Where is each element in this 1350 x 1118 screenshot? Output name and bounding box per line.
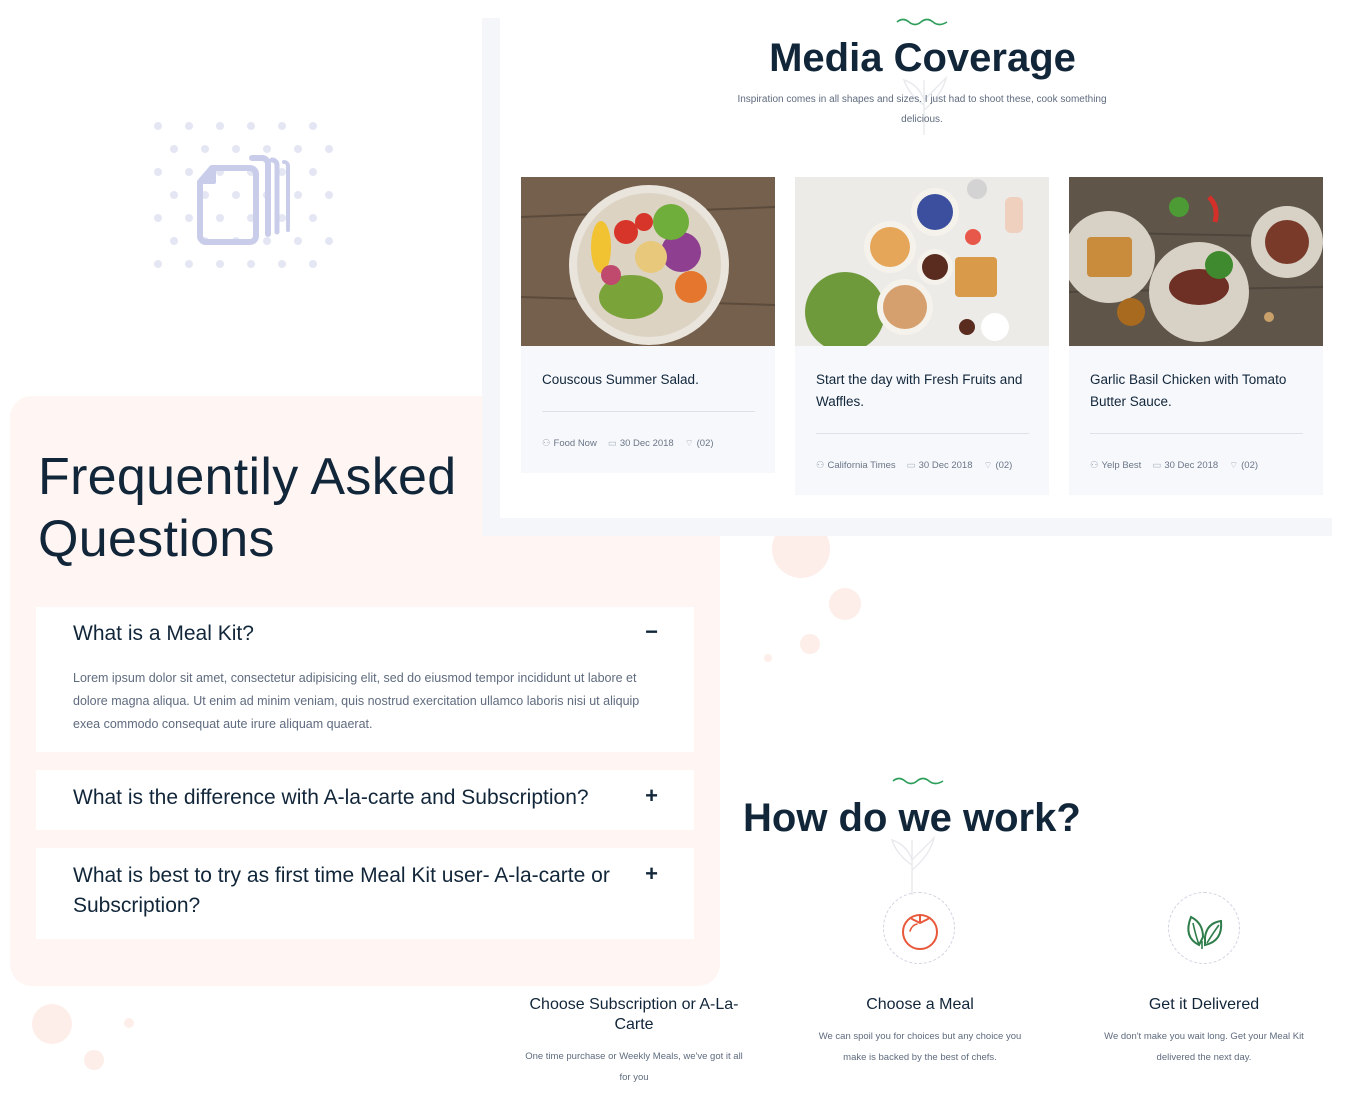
card-meta: ⚇ Food Now ▭ 30 Dec 2018 ⌔ (02) (542, 438, 762, 449)
card-meta: ⚇ Yelp Best ▭ 30 Dec 2018 ⌔ (02) (1090, 460, 1310, 471)
decor-dot (154, 122, 162, 130)
collapse-toggle-icon[interactable]: − (645, 619, 658, 645)
step-icon-circle (1168, 892, 1240, 964)
step-title: Choose Subscription or A-La-Carte (529, 996, 739, 1033)
decor-dot (154, 168, 162, 176)
decor-circle (764, 654, 772, 662)
decor-dot (216, 260, 224, 268)
date-meta: ▭ 30 Dec 2018 (906, 460, 973, 471)
divider (542, 411, 755, 412)
step-title: Choose a Meal (866, 996, 974, 1013)
decor-circle (124, 1018, 134, 1028)
step-description: One time purchase or Weekly Meals, we've… (525, 1051, 743, 1083)
user-icon: ⚇ (1090, 460, 1099, 471)
faq-question[interactable]: What is the difference with A-la-carte a… (73, 783, 673, 813)
comments-icon: ⌔ (684, 438, 694, 449)
how-we-work-title: How do we work? (743, 796, 1081, 840)
calendar-icon: ▭ (1152, 460, 1162, 471)
decor-dot (325, 237, 333, 245)
decor-dot (185, 260, 193, 268)
decor-dot (309, 168, 317, 176)
author-meta[interactable]: ⚇ Yelp Best (1090, 460, 1141, 471)
comments-icon: ⌔ (1229, 460, 1239, 471)
decor-dot (309, 214, 317, 222)
calendar-icon: ▭ (906, 460, 916, 471)
author-meta[interactable]: ⚇ Food Now (542, 438, 597, 449)
user-icon: ⚇ (816, 460, 825, 471)
divider (816, 433, 1029, 434)
tomato-icon (902, 914, 938, 950)
comments-meta[interactable]: ⌔ (02) (685, 438, 714, 449)
documents-icon (197, 155, 290, 245)
media-coverage-subtitle: Inspiration comes in all shapes and size… (737, 94, 1107, 125)
decor-dot (278, 122, 286, 130)
decor-dot (309, 122, 317, 130)
comments-meta[interactable]: ⌔ (02) (1229, 460, 1258, 471)
decor-dot (170, 237, 178, 245)
decor-circle (829, 588, 861, 620)
media-coverage-title: Media Coverage (769, 36, 1076, 80)
faq-item-meal-kit[interactable]: What is a Meal Kit? − Lorem ipsum dolor … (36, 607, 694, 752)
user-icon: ⚇ (542, 438, 551, 449)
decor-circle (800, 634, 820, 654)
faq-title-line2: Questions (38, 510, 275, 568)
decor-circle (32, 1004, 72, 1044)
decor-dot (247, 122, 255, 130)
step-title: Get it Delivered (1148, 996, 1260, 1013)
decor-dot (309, 260, 317, 268)
date-meta: ▭ 30 Dec 2018 (607, 438, 674, 449)
decor-dot (247, 260, 255, 268)
decor-dot (170, 191, 178, 199)
decor-dot (154, 260, 162, 268)
garlic-chicken-image[interactable] (1069, 177, 1323, 346)
decor-dot (216, 122, 224, 130)
media-card[interactable]: Garlic Basil Chicken with Tomato Butter … (1069, 177, 1323, 495)
date-meta: ▭ 30 Dec 2018 (1152, 460, 1219, 471)
card-title[interactable]: Couscous Summer Salad. (542, 369, 757, 391)
decor-dot (154, 214, 162, 222)
salad-bowl-image[interactable] (521, 177, 775, 346)
calendar-icon: ▭ (607, 438, 617, 449)
decor-dot (325, 191, 333, 199)
decor-dot (170, 145, 178, 153)
expand-toggle-icon[interactable]: + (645, 861, 658, 887)
step-description: We don't make you wait long. Get your Me… (1104, 1031, 1304, 1063)
card-title[interactable]: Start the day with Fresh Fruits and Waff… (816, 369, 1031, 413)
squiggle-divider-icon (892, 777, 944, 785)
leaf-icon (1187, 915, 1223, 949)
fruit-waffles-image[interactable] (795, 177, 1049, 346)
faq-question[interactable]: What is a Meal Kit? (73, 619, 653, 649)
expand-toggle-icon[interactable]: + (645, 783, 658, 809)
author-meta[interactable]: ⚇ California Times (816, 460, 896, 471)
step-description: We can spoil you for choices but any cho… (818, 1031, 1022, 1063)
decor-dot (278, 260, 286, 268)
card-meta: ⚇ California Times ▭ 30 Dec 2018 ⌔ (02) (816, 460, 1036, 471)
decor-dot (325, 145, 333, 153)
divider (1090, 433, 1303, 434)
squiggle-divider-icon (896, 18, 948, 26)
step-icon-circle (883, 892, 955, 964)
comments-icon: ⌔ (983, 460, 993, 471)
faq-title-line1: Frequentily Asked (38, 448, 457, 506)
media-card[interactable]: Start the day with Fresh Fruits and Waff… (795, 177, 1049, 495)
faq-question[interactable]: What is best to try as first time Meal K… (73, 861, 653, 921)
card-title[interactable]: Garlic Basil Chicken with Tomato Butter … (1090, 369, 1305, 413)
faq-answer: Lorem ipsum dolor sit amet, consectetur … (73, 671, 640, 731)
media-card[interactable]: Couscous Summer Salad. ⚇ Food Now ▭ 30 Dec… (521, 177, 775, 473)
faq-item-difference[interactable]: What is the difference with A-la-carte a… (36, 770, 694, 830)
decor-dot (185, 122, 193, 130)
faq-item-first-time[interactable]: What is best to try as first time Meal K… (36, 848, 694, 939)
faq-title: Frequentily Asked Questions (38, 446, 456, 570)
comments-meta[interactable]: ⌔ (02) (984, 460, 1013, 471)
decor-circle (84, 1050, 104, 1070)
